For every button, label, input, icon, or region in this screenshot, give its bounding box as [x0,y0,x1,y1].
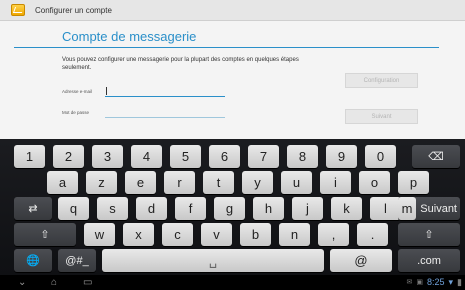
key-4[interactable]: 4 [131,145,162,168]
key-o[interactable]: o [359,171,390,194]
space-key[interactable]: ␣ [102,249,324,272]
password-field[interactable] [105,109,225,118]
key-j[interactable]: j [292,197,323,220]
shift-icon: ⇧ [40,229,50,241]
enter-key[interactable]: m Suivant [398,197,460,220]
tab-key[interactable]: ⇄ [14,197,52,220]
backspace-icon: ⌫ [428,151,444,163]
key-s[interactable]: s [97,197,128,220]
dotcom-key[interactable]: .com [398,249,460,272]
symbols-key[interactable]: @#_ [58,249,96,272]
key-k[interactable]: k [331,197,362,220]
screenshot-icon: ▣ [416,279,423,286]
status-area: ✉ ▣ 8:25 ▾ ▮ [406,277,462,288]
battery-icon: ▮ [457,277,462,287]
key-q[interactable]: q [58,197,89,220]
email-setup-form: Compte de messagerie Vous pouvez configu… [0,21,465,139]
key-b[interactable]: b [240,223,271,246]
key-v[interactable]: v [201,223,232,246]
globe-icon: 🌐 [26,255,40,267]
notification-icon: ✉ [406,279,413,286]
backspace-key[interactable]: ⌫ [412,145,460,168]
text-cursor [106,87,107,95]
key-g[interactable]: g [214,197,245,220]
title-bar: Configurer un compte [0,0,465,21]
space-icon: ␣ [208,252,218,268]
next-button[interactable]: Suivant [345,109,418,124]
wifi-icon: ▾ [448,277,454,287]
key-0[interactable]: 0 [365,145,396,168]
shift-key-left[interactable]: ⇧ [14,223,76,246]
title-divider [14,47,439,48]
key-m-label: m [398,197,416,220]
enter-label: Suivant [420,202,457,215]
shift-icon: ⇧ [424,229,434,241]
screen: Configurer un compte Compte de messageri… [0,0,465,290]
tab-icon: ⇄ [28,203,38,215]
password-label: Mot de passe [62,110,90,115]
shift-key-right[interactable]: ⇧ [398,223,460,246]
key-u[interactable]: u [281,171,312,194]
key-1[interactable]: 1 [14,145,45,168]
key-f[interactable]: f [175,197,206,220]
key-i[interactable]: i [320,171,351,194]
email-field[interactable] [105,87,225,97]
key-3[interactable]: 3 [92,145,123,168]
key-y[interactable]: y [242,171,273,194]
key-a[interactable]: a [47,171,78,194]
manual-config-button[interactable]: Configuration [345,73,418,88]
key-t[interactable]: t [203,171,234,194]
system-navigation-bar: ⌄ ⌂ ▭ ✉ ▣ 8:25 ▾ ▮ [0,275,465,290]
key-period[interactable]: . [357,223,388,246]
key-p[interactable]: p [398,171,429,194]
key-h[interactable]: h [253,197,284,220]
key-n[interactable]: n [279,223,310,246]
key-6[interactable]: 6 [209,145,240,168]
key-x[interactable]: x [123,223,154,246]
setup-wizard-icon [11,4,25,16]
language-key[interactable]: 🌐 [14,249,52,272]
on-screen-keyboard: 1 2 3 4 5 6 7 8 9 0 ⌫ a z e r t y u i o … [0,139,465,275]
key-7[interactable]: 7 [248,145,279,168]
key-8[interactable]: 8 [287,145,318,168]
description-text: Vous pouvez configurer une messagerie po… [62,57,299,71]
email-label: Adresse e-mail [62,89,93,94]
back-icon[interactable]: ⌄ [18,277,26,288]
window-title: Configurer un compte [35,5,112,15]
recent-apps-icon[interactable]: ▭ [83,277,92,288]
key-z[interactable]: z [86,171,117,194]
clock: 8:25 [426,277,445,287]
key-r[interactable]: r [164,171,195,194]
key-c[interactable]: c [162,223,193,246]
key-w[interactable]: w [84,223,115,246]
key-5[interactable]: 5 [170,145,201,168]
key-comma[interactable]: , [318,223,349,246]
at-key[interactable]: @ [330,249,392,272]
home-icon[interactable]: ⌂ [51,277,57,288]
page-title: Compte de messagerie [62,29,197,44]
key-e[interactable]: e [125,171,156,194]
key-9[interactable]: 9 [326,145,357,168]
key-2[interactable]: 2 [53,145,84,168]
key-d[interactable]: d [136,197,167,220]
key-l[interactable]: l [370,197,401,220]
